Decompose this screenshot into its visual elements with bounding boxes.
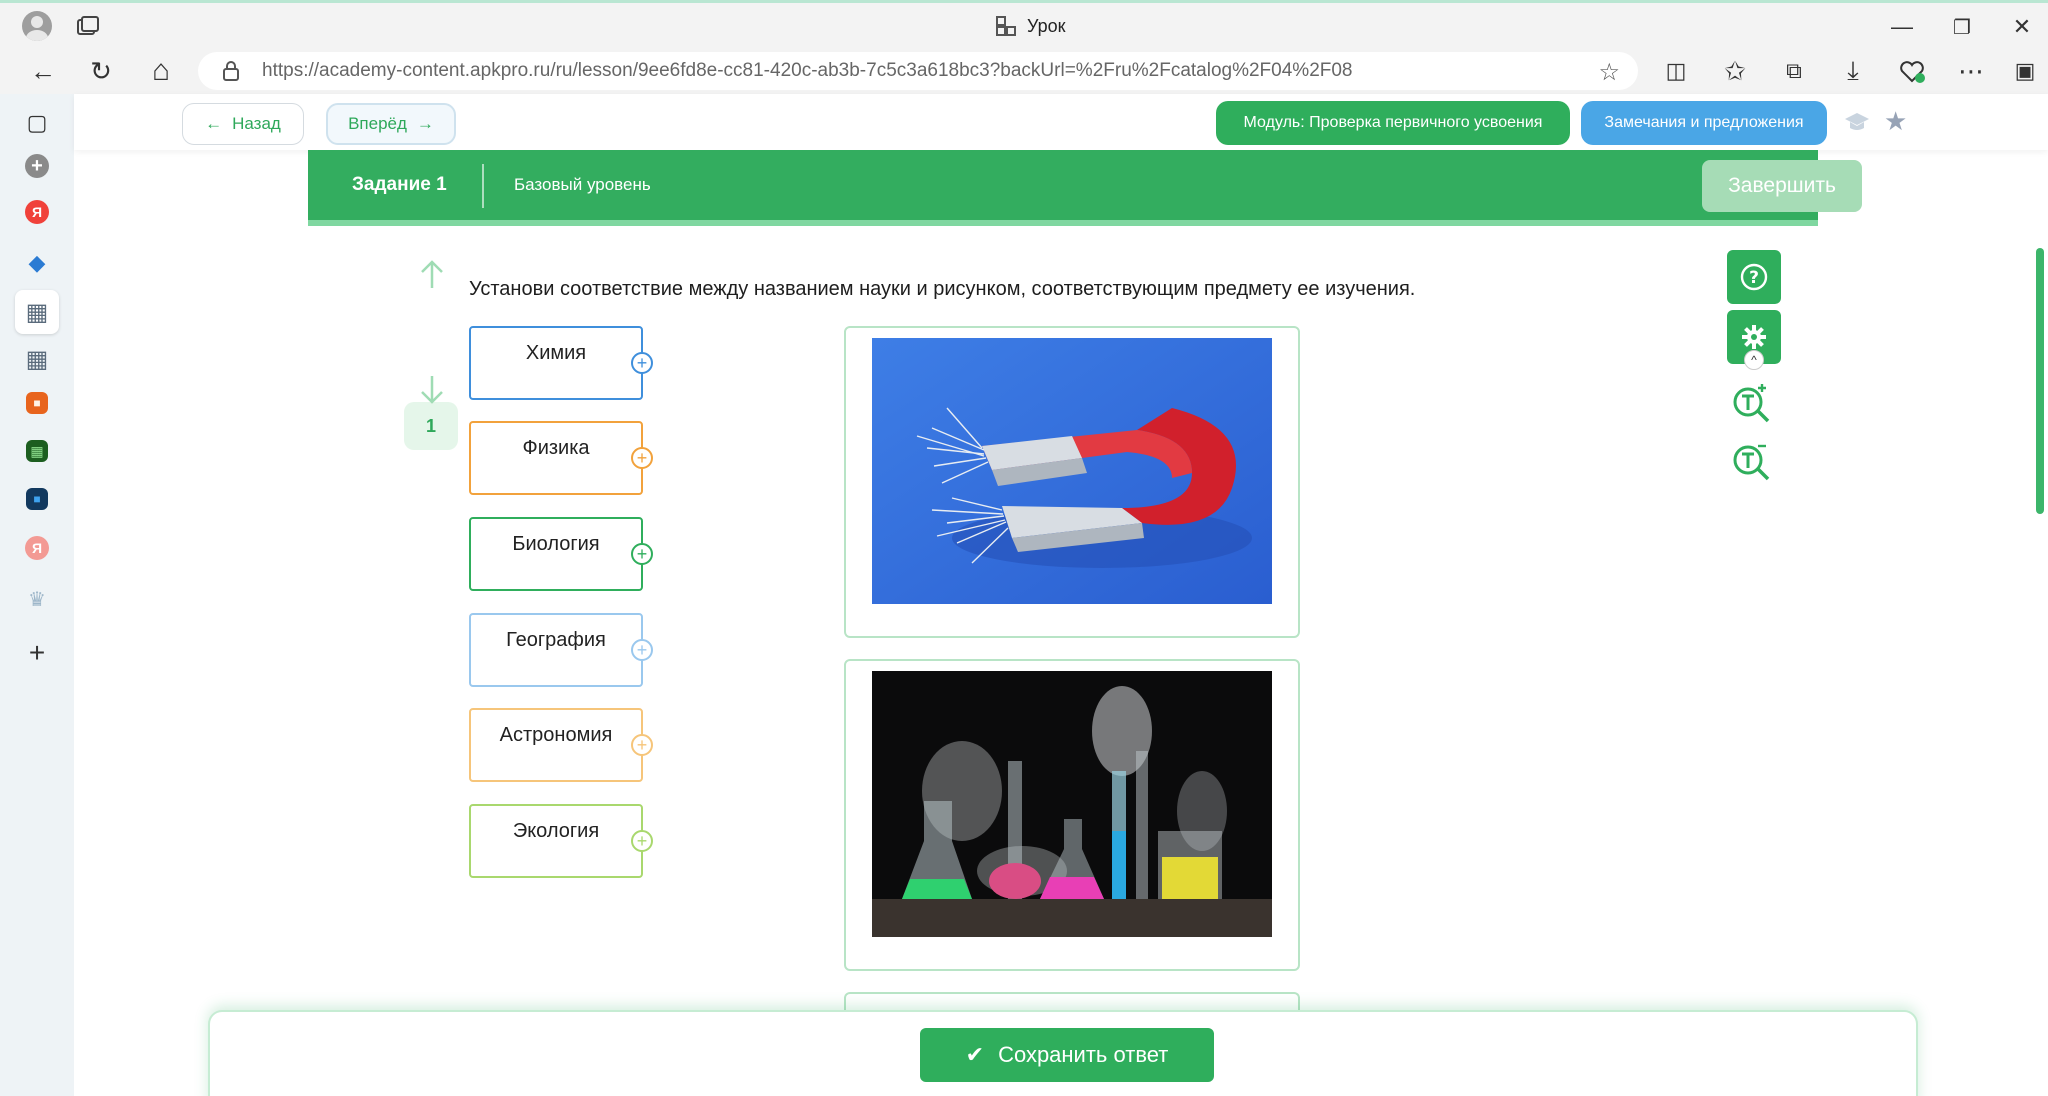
chemistry-flasks-image [872,671,1272,937]
back-button-label: Назад [232,114,281,133]
term-label: Астрономия [499,724,613,746]
window-title: Урок [995,15,1066,37]
lesson-page: ← Назад Вперёд → Модуль: Проверка первич… [74,94,2048,1096]
remarks-button[interactable]: Замечания и предложения [1581,101,1827,145]
lesson-page-icon [996,16,1016,36]
sidebar-toggle-icon[interactable]: ▣ [2010,56,2040,86]
lesson-top-nav: ← Назад Вперёд → Модуль: Проверка первич… [74,94,2048,150]
term-label: Физика [522,437,590,459]
term-card[interactable]: Астрономия + [469,708,653,782]
collapse-tools-chevron-icon[interactable]: ^ [1744,350,1764,370]
plus-circle-icon[interactable]: + [631,543,653,565]
save-answer-button[interactable]: ✔ Сохранить ответ [920,1028,1214,1082]
more-icon[interactable]: ⋯ [1956,56,1986,86]
checkmark-icon: ✔ [965,1042,985,1067]
image-card-chemistry[interactable] [844,659,1300,971]
restore-button[interactable]: ❐ [1948,13,1976,41]
next-question-arrow-icon[interactable] [418,372,446,406]
favorites-icon[interactable]: ✩ [1720,56,1750,86]
profile-avatar-icon[interactable] [22,11,52,41]
browser-toolbar: ← ↻ ⌂ https://academy-content.apkpro.ru/… [0,48,2048,94]
term-label: Биология [512,533,600,555]
question-number[interactable]: 1 [404,402,458,450]
help-circle-icon: ? [1740,263,1768,291]
gear-icon [1742,325,1766,349]
help-glyph: ? [1749,268,1759,288]
plus-circle-icon[interactable]: + [631,352,653,374]
task-header: Задание 1 Базовый уровень Завершить [308,150,1862,226]
window-title-text: Урок [1027,15,1066,36]
task-header-divider [482,164,484,208]
page-scrollbar[interactable] [2036,248,2044,514]
sidebar-blue-app-icon[interactable]: ■ [26,488,48,510]
forward-button-label: Вперёд [348,114,407,133]
reload-icon[interactable]: ↻ [86,56,116,86]
zoom-out-text-icon[interactable] [1730,438,1774,482]
sidebar-orange-app-icon[interactable]: ■ [26,392,48,414]
bookmark-star-icon[interactable]: ★ [1884,106,1907,137]
image-card-magnet[interactable] [844,326,1300,638]
back-icon[interactable]: ← [28,56,58,86]
sidebar-lesson-active-icon[interactable]: ▦ [22,297,52,327]
browser-sidebar: ▢ + Я ◆ ▦ ▦ ■ ▦ ■ Я ♛ + [0,94,74,1096]
favorite-star-icon[interactable]: ☆ [1598,58,1620,87]
plus-circle-icon[interactable]: + [631,639,653,661]
question-text: Установи соответствие между названием на… [469,278,1416,300]
back-button[interactable]: ← Назад [182,103,304,145]
sidebar-add-app-icon[interactable]: + [25,154,49,178]
url-text[interactable]: https://academy-content.apkpro.ru/ru/les… [262,60,1353,82]
sidebar-lesson-icon[interactable]: ▦ [22,344,52,374]
sidebar-add-icon[interactable]: + [22,637,52,668]
magnet-image [872,338,1272,604]
close-button[interactable]: ✕ [2008,13,2036,41]
term-card[interactable]: Физика + [469,421,653,495]
forward-button[interactable]: Вперёд → [326,103,456,145]
arrow-right-icon: → [416,114,434,133]
finish-button[interactable]: Завершить [1702,160,1862,212]
minimize-button[interactable]: — [1888,13,1916,41]
home-icon[interactable]: ⌂ [146,54,176,87]
task-level: Базовый уровень [514,175,651,194]
collections-icon[interactable]: ⧉ [1779,56,1809,86]
address-bar[interactable]: https://academy-content.apkpro.ru/ru/les… [198,52,1638,90]
browser-essentials-icon[interactable] [1897,56,1927,86]
term-card[interactable]: Экология + [469,804,653,878]
sidebar-tabs-icon[interactable]: ▢ [22,108,52,138]
task-title: Задание 1 [352,174,447,195]
lock-icon[interactable] [222,61,240,81]
plus-circle-icon[interactable]: + [631,734,653,756]
plus-circle-icon[interactable]: + [631,830,653,852]
term-label: Химия [525,342,587,364]
term-label: Экология [512,820,600,842]
arrow-left-icon: ← [205,114,223,133]
graduation-cap-icon[interactable] [1844,110,1870,134]
sidebar-store-icon[interactable]: ◆ [22,248,52,278]
plus-circle-icon[interactable]: + [631,447,653,469]
term-card[interactable]: Биология + [469,517,653,591]
split-screen-icon[interactable]: ◫ [1661,56,1691,86]
term-label: География [506,629,606,651]
help-button[interactable]: ? [1727,250,1781,304]
workspaces-icon[interactable] [76,15,100,37]
sidebar-emblem-icon[interactable]: ♛ [22,584,52,614]
sidebar-green-app-icon[interactable]: ▦ [26,440,48,462]
window-titlebar: Урок — ❐ ✕ [0,0,2048,48]
save-answer-label: Сохранить ответ [998,1042,1169,1067]
module-button[interactable]: Модуль: Проверка первичного усвоения [1216,101,1570,145]
sidebar-yandex-light-icon[interactable]: Я [25,536,49,560]
sidebar-yandex-icon[interactable]: Я [25,200,49,224]
term-card[interactable]: География + [469,613,653,687]
zoom-in-text-icon[interactable] [1730,380,1774,424]
term-card[interactable]: Химия + [469,326,653,400]
downloads-icon[interactable]: ⤓ [1838,55,1868,86]
prev-question-arrow-icon[interactable] [418,258,446,292]
